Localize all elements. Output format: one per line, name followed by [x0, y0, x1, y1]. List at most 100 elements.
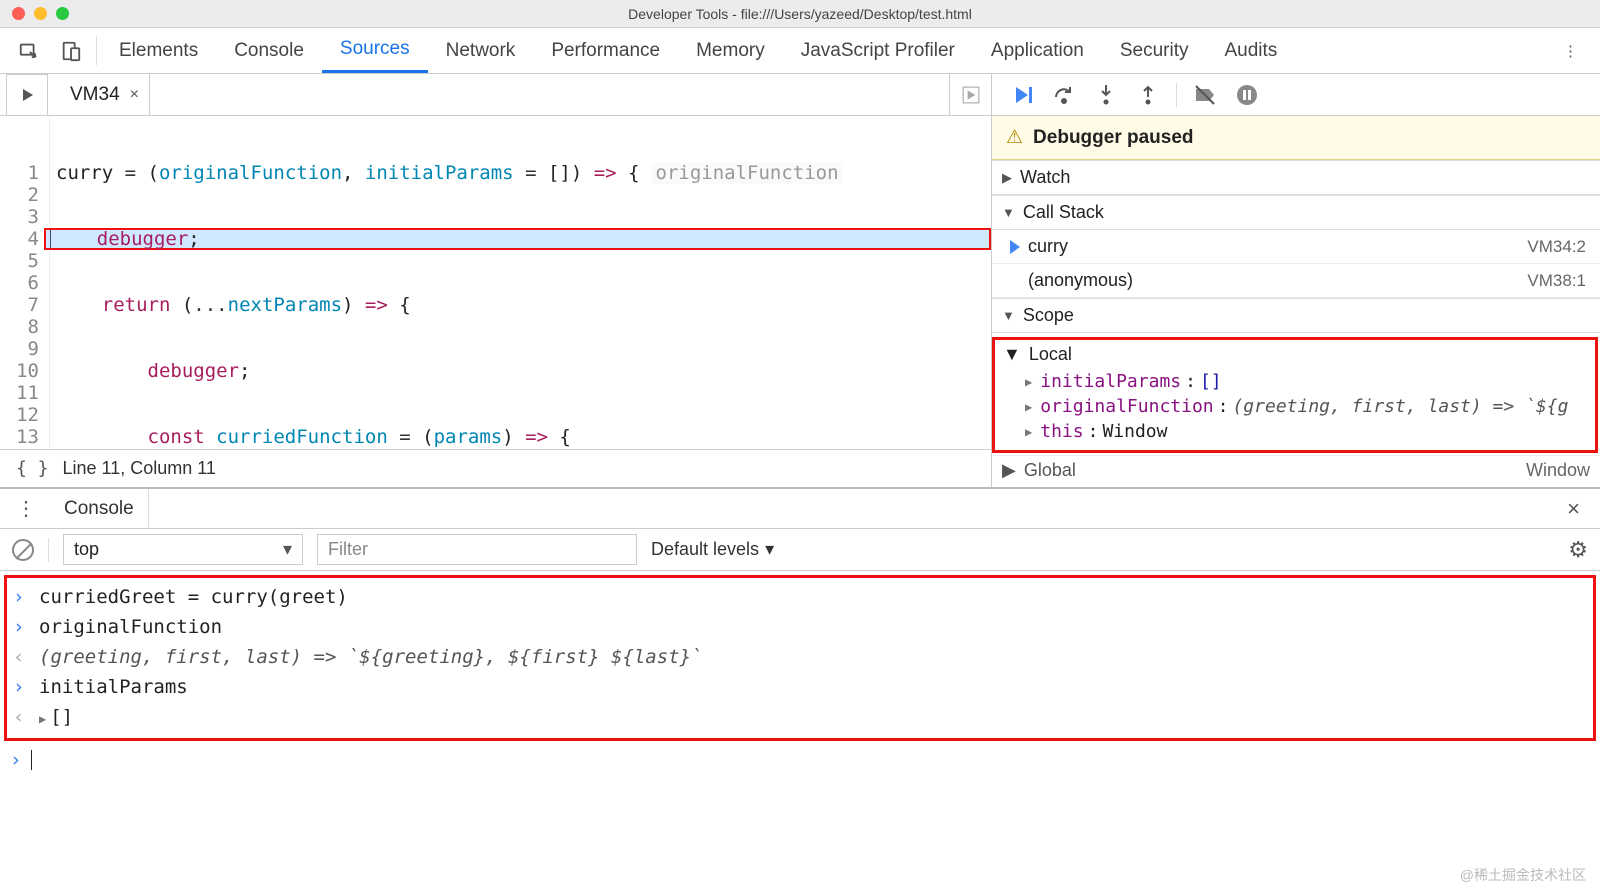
filter-input[interactable]: Filter — [317, 534, 637, 565]
banner-text: Debugger paused — [1033, 127, 1193, 149]
tab-elements[interactable]: Elements — [101, 28, 216, 73]
tab-security[interactable]: Security — [1102, 28, 1207, 73]
step-out-icon[interactable] — [1134, 81, 1162, 109]
watch-section[interactable]: ▶ Watch — [992, 160, 1600, 195]
format-icon[interactable]: { } — [16, 458, 49, 479]
tab-jsprofiler[interactable]: JavaScript Profiler — [783, 28, 973, 73]
console-prompt[interactable]: › — [0, 745, 1600, 775]
scope-var[interactable]: ▶ originalFunction: (greeting, first, la… — [995, 394, 1595, 419]
debugger-panel: ⚠ Debugger paused ▶ Watch ▼ Call Stack c… — [992, 74, 1600, 487]
stack-frame-loc: VM38:1 — [1527, 271, 1586, 291]
console-text: (greeting, first, last) => `${greeting},… — [39, 642, 1587, 672]
chevron-right-icon: › — [13, 672, 29, 702]
close-icon[interactable] — [12, 7, 25, 20]
file-tab-vm34[interactable]: VM34 × — [54, 74, 150, 116]
stack-frame[interactable]: (anonymous) VM38:1 — [992, 264, 1600, 298]
console-text: originalFunction — [39, 612, 1587, 642]
device-icon[interactable] — [50, 28, 92, 73]
tab-performance[interactable]: Performance — [533, 28, 678, 73]
console-row[interactable]: ›initialParams — [13, 672, 1587, 702]
minimize-icon[interactable] — [34, 7, 47, 20]
console-drawer: ⋮ Console × top Filter Default levels ▾ … — [0, 487, 1600, 775]
chevron-right-icon: › — [10, 749, 21, 771]
scope-local-box: ▼ Local ▶ initialParams: [] ▶ originalFu… — [992, 337, 1598, 453]
scope-var[interactable]: ▶ this: Window — [995, 419, 1595, 444]
chevron-right-icon: › — [13, 612, 29, 642]
pause-exceptions-icon[interactable] — [1233, 81, 1261, 109]
titlebar: Developer Tools - file:///Users/yazeed/D… — [0, 0, 1600, 28]
file-play-icon[interactable] — [949, 74, 991, 116]
console-output: ›curriedGreet = curry(greet) › originalFu… — [4, 575, 1596, 741]
debugger-banner: ⚠ Debugger paused — [992, 116, 1600, 160]
file-tab-label: VM34 — [70, 84, 120, 106]
stack-frame[interactable]: curry VM34:2 — [992, 230, 1600, 264]
chevron-right-icon: ▶ — [1025, 425, 1032, 439]
console-row[interactable]: ›curriedGreet = curry(greet) — [13, 582, 1587, 612]
debugger-toolbar — [992, 74, 1600, 116]
scope-global-value: Window — [1526, 460, 1590, 481]
scope-global-label: Global — [1024, 460, 1076, 481]
console-row[interactable]: ‹ (greeting, first, last) => `${greeting}… — [13, 642, 1587, 672]
scope-global[interactable]: ▶ Global Window — [992, 455, 1600, 485]
var-value: Window — [1102, 421, 1167, 442]
clear-console-icon[interactable] — [12, 539, 34, 561]
log-levels[interactable]: Default levels ▾ — [651, 539, 774, 560]
chevron-left-icon: ‹ — [13, 702, 29, 732]
console-row[interactable]: › originalFunction — [13, 612, 1587, 642]
tab-network[interactable]: Network — [428, 28, 534, 73]
drawer-tabstrip: ⋮ Console × — [0, 489, 1600, 529]
close-icon[interactable]: × — [130, 86, 139, 104]
console-text: ▶[] — [39, 702, 1587, 734]
resume-icon[interactable] — [1008, 81, 1036, 109]
chevron-down-icon: ▼ — [1003, 344, 1021, 365]
traffic-lights — [0, 7, 69, 20]
tab-memory[interactable]: Memory — [678, 28, 783, 73]
close-icon[interactable]: × — [1557, 496, 1590, 522]
levels-label: Default levels — [651, 539, 759, 560]
var-name: this — [1040, 421, 1083, 442]
console-row[interactable]: ‹ ▶[] — [13, 702, 1587, 734]
scope-section[interactable]: ▼ Scope — [992, 298, 1600, 333]
chevron-down-icon: ▾ — [765, 539, 774, 560]
scope-var[interactable]: ▶ initialParams: [] — [995, 369, 1595, 394]
code-editor[interactable]: 1234567891011121314 curry = (originalFun… — [0, 116, 991, 449]
chevron-right-icon: ▶ — [1025, 375, 1032, 389]
more-icon[interactable]: ⋮ — [10, 496, 42, 521]
var-name: originalFunction — [1040, 396, 1213, 417]
scope-label: Scope — [1023, 305, 1074, 326]
paused-line: debugger; — [44, 228, 991, 250]
step-into-icon[interactable] — [1092, 81, 1120, 109]
watermark: @稀土掘金技术社区 — [1460, 865, 1586, 885]
chevron-right-icon: ▶ — [39, 712, 46, 726]
chevron-right-icon: ▶ — [1025, 400, 1032, 414]
chevron-down-icon: ▼ — [1002, 205, 1015, 220]
var-value: [] — [1200, 371, 1222, 392]
gear-icon[interactable]: ⚙ — [1568, 537, 1588, 563]
inspect-icon[interactable] — [8, 28, 50, 73]
scope-local-header[interactable]: ▼ Local — [995, 340, 1595, 369]
step-over-icon[interactable] — [1050, 81, 1078, 109]
watch-label: Watch — [1020, 167, 1070, 188]
context-selector[interactable]: top — [63, 534, 303, 565]
stack-frame-name: (anonymous) — [1028, 270, 1133, 291]
tab-application[interactable]: Application — [973, 28, 1102, 73]
chevron-right-icon: ▶ — [1002, 170, 1012, 186]
callstack-label: Call Stack — [1023, 202, 1104, 223]
var-value: (greeting, first, last) => `${g — [1232, 396, 1568, 417]
line-gutter[interactable]: 1234567891011121314 — [0, 116, 50, 449]
tab-console[interactable]: Console — [216, 28, 322, 73]
inline-hint: originalFunction — [652, 162, 843, 184]
tab-audits[interactable]: Audits — [1206, 28, 1295, 73]
var-name: initialParams — [1040, 371, 1181, 392]
code-lines: curry = (originalFunction, initialParams… — [50, 116, 991, 449]
chevron-right-icon: › — [13, 582, 29, 612]
run-snippet-icon[interactable] — [6, 74, 48, 116]
chevron-down-icon: ▼ — [1002, 308, 1015, 323]
tab-sources[interactable]: Sources — [322, 28, 428, 73]
deactivate-breakpoints-icon[interactable] — [1191, 81, 1219, 109]
drawer-tab-console[interactable]: Console — [50, 489, 149, 529]
callstack-section[interactable]: ▼ Call Stack — [992, 195, 1600, 230]
chevron-left-icon: ‹ — [13, 642, 29, 672]
more-icon[interactable]: ⋮ — [1549, 28, 1592, 73]
maximize-icon[interactable] — [56, 7, 69, 20]
